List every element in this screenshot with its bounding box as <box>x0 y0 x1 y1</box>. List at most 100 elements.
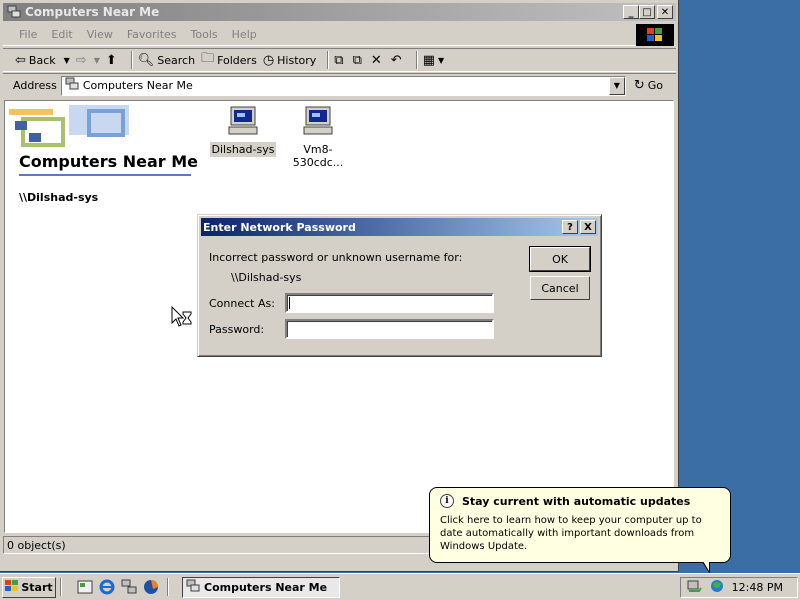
undo-button[interactable]: ↶ <box>391 53 405 68</box>
back-label: Back <box>28 53 56 67</box>
address-label: Address <box>13 79 57 92</box>
copy-to-icon: ⧉ <box>352 52 362 68</box>
toolbar-separator <box>415 51 418 69</box>
window-title: Computers Near Me <box>25 5 160 19</box>
menu-edit[interactable]: Edit <box>51 28 72 41</box>
task-label: Computers Near Me <box>204 580 328 594</box>
show-desktop-icon[interactable] <box>75 577 95 597</box>
menu-tools[interactable]: Tools <box>191 28 218 41</box>
windows-flag-icon <box>5 579 19 595</box>
forward-button[interactable]: ⇨ ▼ <box>76 53 100 68</box>
back-button[interactable]: ⇦ Back ▼ <box>15 53 70 68</box>
back-arrow-icon: ⇦ <box>15 52 26 68</box>
balloon-title: Stay current with automatic updates <box>462 494 691 508</box>
address-input[interactable]: Computers Near Me ▼ <box>60 75 626 96</box>
folders-icon: 🗀 <box>201 51 215 66</box>
toolbar-separator <box>130 51 133 69</box>
network-icon[interactable] <box>119 577 139 597</box>
selected-item-name: \\Dilshad-sys <box>19 191 99 204</box>
menu-file[interactable]: File <box>19 28 37 41</box>
history-label: History <box>277 53 317 67</box>
menu-bar: File Edit View Favorites Tools Help <box>3 24 676 46</box>
up-folder-icon: ⬆ <box>105 52 117 68</box>
busy-cursor-icon <box>171 305 193 333</box>
minimize-button[interactable]: _ <box>623 5 639 19</box>
dialog-titlebar[interactable]: Enter Network Password ? X <box>201 218 598 236</box>
windows-logo-icon <box>636 24 674 46</box>
maximize-button[interactable]: □ <box>639 5 655 19</box>
address-dropdown-icon[interactable]: ▼ <box>608 76 625 95</box>
close-button[interactable]: ✕ <box>657 5 673 19</box>
network-password-dialog: Enter Network Password ? X Incorrect pas… <box>197 214 602 357</box>
forward-dropdown-icon[interactable]: ▼ <box>94 56 100 65</box>
computer-icon <box>278 105 358 140</box>
file-item-dilshad-sys[interactable]: Dilshad-sys <box>203 105 283 157</box>
search-icon: 🔍︎ <box>137 52 155 68</box>
search-label: Search <box>157 53 196 67</box>
undo-icon: ↶ <box>390 52 402 68</box>
taskbar-separator <box>167 578 169 596</box>
system-tray: 12:48 PM <box>680 577 798 598</box>
go-button[interactable]: ↻ Go <box>634 78 663 93</box>
connect-as-label: Connect As: <box>209 297 275 310</box>
task-computers-near-me[interactable]: Computers Near Me <box>182 576 340 598</box>
dialog-message: Incorrect password or unknown username f… <box>209 251 463 264</box>
views-icon: ▦ <box>422 52 435 68</box>
dialog-help-button[interactable]: ? <box>562 220 578 234</box>
folders-label: Folders <box>217 53 257 67</box>
password-label: Password: <box>209 323 265 336</box>
password-input[interactable] <box>285 319 494 339</box>
views-button[interactable]: ▦ ▼ <box>423 53 444 68</box>
taskbar-separator <box>60 578 62 596</box>
delete-button[interactable]: ✕ <box>371 53 385 68</box>
dialog-close-button[interactable]: X <box>580 220 596 234</box>
network-status-icon[interactable] <box>687 578 703 597</box>
history-icon: ◷ <box>262 52 275 68</box>
move-to-button[interactable]: ⧉ <box>334 53 346 68</box>
up-folder-button[interactable]: ⬆ <box>106 53 120 68</box>
start-label: Start <box>21 580 53 594</box>
folders-button[interactable]: 🗀 Folders <box>201 49 257 71</box>
start-button[interactable]: Start <box>2 576 56 598</box>
forward-arrow-icon: ⇨ <box>75 52 87 68</box>
network-computers-icon <box>7 5 21 19</box>
connect-as-input[interactable] <box>285 293 494 313</box>
ok-button[interactable]: OK <box>529 246 591 272</box>
dialog-resource: \\Dilshad-sys <box>231 271 302 284</box>
file-item-label: Vm8-530cdc... <box>292 143 344 169</box>
network-computers-icon <box>186 579 200 596</box>
text-caret <box>289 297 290 309</box>
go-arrow-icon: ↻ <box>633 78 645 93</box>
balloon-tail-fill <box>703 561 709 571</box>
file-item-vm8[interactable]: Vm8-530cdc... <box>278 105 358 170</box>
search-button[interactable]: 🔍︎ Search <box>138 53 195 68</box>
status-text: 0 object(s) <box>7 538 66 552</box>
history-button[interactable]: ◷ History <box>263 53 316 68</box>
internet-explorer-icon[interactable] <box>97 577 117 597</box>
move-to-icon: ⧉ <box>334 52 344 68</box>
go-label: Go <box>647 79 663 92</box>
cancel-button[interactable]: Cancel <box>530 276 590 300</box>
folder-title: Computers Near Me <box>19 152 199 171</box>
toolbar-separator <box>327 51 330 69</box>
update-notification-balloon[interactable]: i Stay current with automatic updates Cl… <box>429 487 731 574</box>
address-bar: Address Computers Near Me ▼ ↻ Go <box>3 73 676 97</box>
menu-view[interactable]: View <box>87 28 113 41</box>
window-titlebar[interactable]: Computers Near Me _ □ ✕ <box>3 3 676 21</box>
menu-favorites[interactable]: Favorites <box>127 28 177 41</box>
network-computers-icon <box>65 77 79 94</box>
quick-launch <box>75 577 163 597</box>
copy-to-button[interactable]: ⧉ <box>353 53 365 68</box>
computer-icon <box>203 105 283 140</box>
title-underline <box>19 174 191 176</box>
windows-update-icon[interactable] <box>709 578 725 597</box>
address-value: Computers Near Me <box>82 79 193 92</box>
clock[interactable]: 12:48 PM <box>732 581 783 594</box>
back-dropdown-icon[interactable]: ▼ <box>64 56 70 65</box>
firefox-icon[interactable] <box>141 577 161 597</box>
menu-help[interactable]: Help <box>232 28 257 41</box>
balloon-text: Click here to learn how to keep your com… <box>440 515 702 552</box>
balloon-title-row: i Stay current with automatic updates <box>440 494 720 508</box>
views-dropdown-icon: ▼ <box>438 55 445 65</box>
file-item-label: Dilshad-sys <box>209 142 277 157</box>
